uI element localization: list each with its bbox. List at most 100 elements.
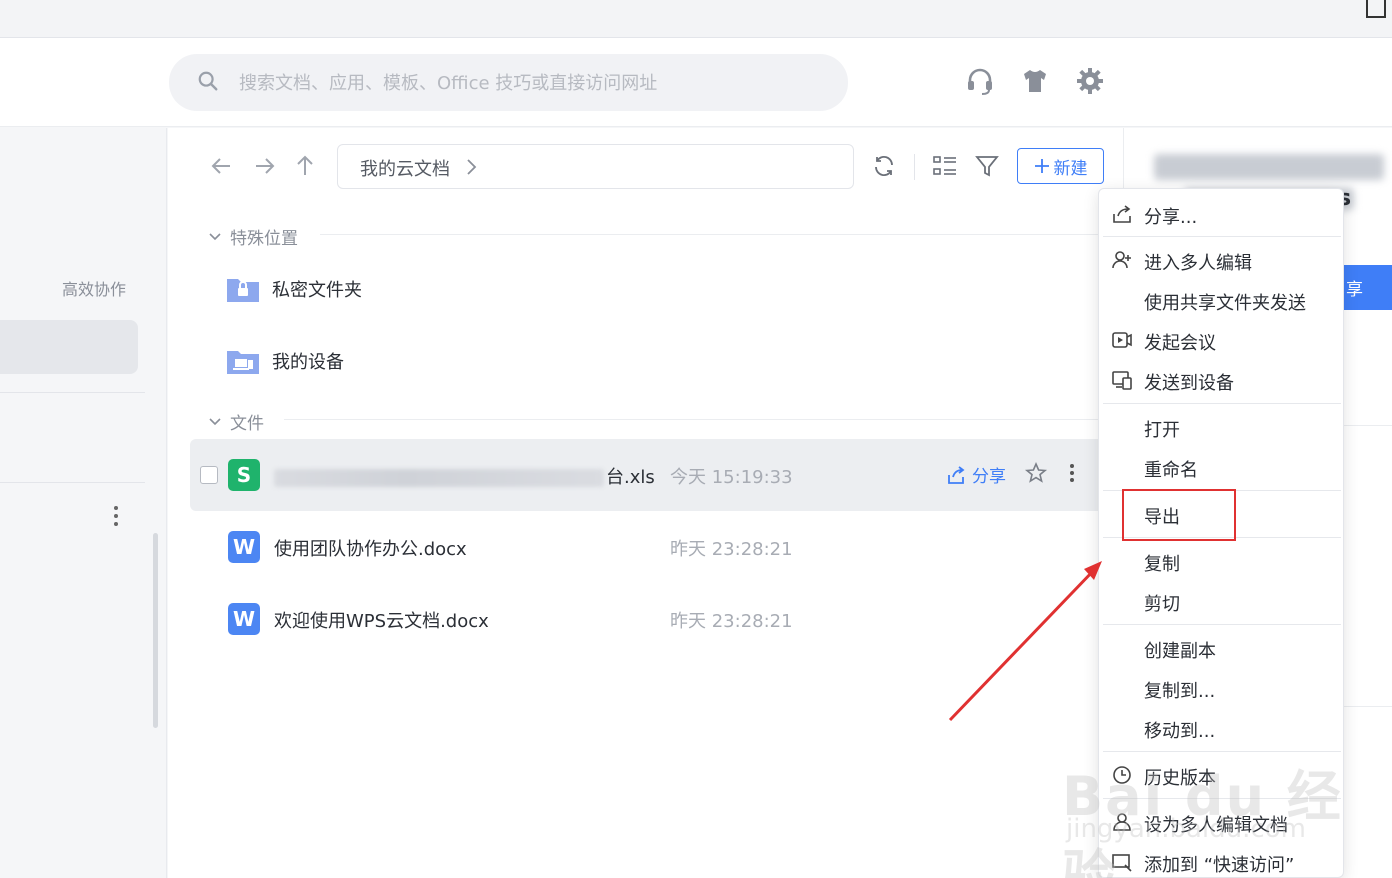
search-input[interactable] — [239, 69, 829, 97]
file-modified-time: 昨天 23:28:21 — [670, 611, 793, 632]
menu-item-label: 复制 — [1144, 554, 1180, 575]
list-view-icon — [933, 156, 956, 175]
divider — [284, 419, 1100, 420]
document-file-icon: W — [228, 603, 260, 635]
menu-item-label: 发起会议 — [1144, 333, 1216, 354]
menu-item-open[interactable]: 打开 — [1099, 407, 1343, 447]
menu-item-multi-edit[interactable]: 进入多人编辑 — [1099, 240, 1343, 280]
video-meeting-icon — [1112, 332, 1132, 348]
section-special-label: 特殊位置 — [230, 229, 298, 249]
divider — [1103, 236, 1341, 237]
star-icon[interactable] — [1024, 461, 1048, 485]
menu-item-move-to[interactable]: 移动到... — [1099, 708, 1343, 748]
blurred-title — [1154, 154, 1384, 180]
nav-item-selected[interactable] — [0, 320, 138, 374]
refresh-icon — [875, 155, 893, 177]
menu-item-label: 创建副本 — [1144, 641, 1216, 662]
spreadsheet-file-icon: S — [228, 459, 260, 491]
menu-item-label: 分享... — [1144, 207, 1198, 228]
arrow-right-icon — [256, 158, 275, 174]
nav-label-collab[interactable]: 高效协作 — [62, 276, 126, 300]
file-checkbox[interactable] — [200, 466, 218, 484]
file-modified-time: 今天 15:19:33 — [670, 467, 793, 488]
file-modified-time: 昨天 23:28:21 — [670, 539, 793, 560]
share-button[interactable]: 分享 — [946, 462, 1006, 487]
menu-item-label: 移动到... — [1144, 721, 1216, 742]
add-user-icon — [1112, 251, 1131, 269]
red-arrow-annotation — [948, 561, 1102, 722]
menu-item-label: 打开 — [1144, 420, 1180, 441]
divider — [320, 234, 1100, 235]
menu-item-shared-folder-send[interactable]: 使用共享文件夹发送 — [1099, 280, 1343, 320]
filter-icon — [975, 156, 999, 177]
folder-my-devices[interactable]: 我的设备 — [226, 346, 344, 376]
menu-item-duplicate[interactable]: 创建副本 — [1099, 628, 1343, 668]
menu-item-label: 重命名 — [1144, 460, 1198, 481]
menu-item-cut[interactable]: 剪切 — [1099, 581, 1343, 621]
menu-item-label: 发送到设备 — [1144, 373, 1234, 394]
section-files-header[interactable]: 文件 — [208, 409, 264, 434]
search-bar[interactable] — [169, 54, 848, 111]
chevron-right-icon — [467, 159, 477, 175]
skin-shirt-icon[interactable] — [1020, 66, 1050, 96]
menu-item-label: 使用共享文件夹发送 — [1144, 293, 1306, 314]
folder-private[interactable]: 私密文件夹 — [226, 274, 362, 304]
sidebar-scrollbar[interactable] — [153, 533, 158, 728]
chevron-down-icon — [209, 417, 221, 425]
new-button[interactable]: 新建 — [1017, 148, 1104, 184]
toolbar-divider — [914, 154, 915, 180]
settings-gear-icon[interactable] — [1075, 66, 1105, 96]
folder-my-devices-name: 我的设备 — [272, 352, 344, 373]
more-vertical-icon[interactable] — [108, 504, 124, 528]
share-icon — [948, 465, 965, 484]
menu-item-share[interactable]: 分享... — [1099, 194, 1343, 234]
divider — [1103, 403, 1341, 404]
menu-item-copy-to[interactable]: 复制到... — [1099, 668, 1343, 708]
headset-icon[interactable] — [965, 66, 995, 96]
more-vertical-icon[interactable] — [1066, 461, 1078, 485]
filter-button[interactable] — [971, 150, 1003, 182]
plus-icon — [1034, 159, 1049, 173]
forward-button[interactable] — [248, 150, 280, 182]
menu-item-rename[interactable]: 重命名 — [1099, 447, 1343, 487]
share-label: 分享 — [972, 467, 1006, 487]
header — [0, 38, 1392, 127]
refresh-button[interactable] — [868, 150, 900, 182]
left-sidebar: 高效协作 — [0, 128, 167, 878]
file-name-suffix: 台.xls — [606, 467, 655, 488]
menu-item-send-device[interactable]: 发送到设备 — [1099, 360, 1343, 400]
arrow-left-icon — [211, 158, 230, 174]
lock-folder-icon — [227, 279, 259, 302]
breadcrumb-item-my-docs[interactable]: 我的云文档 — [360, 155, 450, 181]
divider — [1103, 624, 1341, 625]
file-name: 台.xls — [274, 463, 655, 489]
section-special-header[interactable]: 特殊位置 — [208, 224, 298, 249]
section-files-label: 文件 — [230, 414, 264, 434]
menu-item-label: 进入多人编辑 — [1144, 253, 1252, 274]
document-file-icon: W — [228, 531, 260, 563]
breadcrumb[interactable]: 我的云文档 — [337, 144, 854, 189]
menu-item-label: 复制到... — [1144, 681, 1216, 702]
device-folder-icon — [227, 351, 259, 374]
menu-item-meeting[interactable]: 发起会议 — [1099, 320, 1343, 360]
file-name: 欢迎使用WPS云文档.docx — [274, 611, 489, 632]
menu-item-label: 剪切 — [1144, 594, 1180, 615]
main-content: 我的云文档 新建 特殊位置 私密文件夹 我的设备 文件 S 台.xls 今天 1… — [168, 128, 1123, 878]
back-button[interactable] — [206, 150, 238, 182]
send-device-icon — [1112, 371, 1132, 390]
title-bar — [0, 0, 1392, 38]
file-row[interactable]: S 台.xls 今天 15:19:33 分享 — [190, 439, 1123, 511]
view-list-button[interactable] — [929, 150, 961, 182]
window-restore-icon[interactable] — [1366, 0, 1386, 18]
menu-item-copy[interactable]: 复制 — [1099, 541, 1343, 581]
watermark-url: jingyan.baidu.com — [1066, 814, 1306, 844]
file-name: 使用团队协作办公.docx — [274, 539, 467, 560]
export-highlight-box — [1122, 489, 1236, 541]
divider — [0, 482, 145, 483]
divider — [1344, 706, 1392, 707]
divider — [1344, 425, 1392, 426]
arrow-up-icon — [297, 155, 313, 175]
blurred-text — [274, 469, 604, 487]
up-button[interactable] — [289, 150, 321, 182]
divider — [0, 392, 145, 393]
